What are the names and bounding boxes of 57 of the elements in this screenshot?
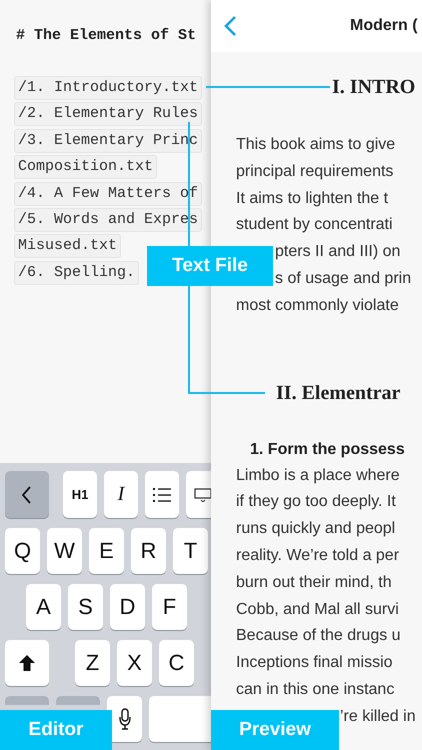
subsection-heading: 1. Form the possess <box>250 440 406 460</box>
file-link[interactable]: /1. Introductory.txt <box>14 76 202 100</box>
body-text-line: principal requirements <box>236 162 394 182</box>
body-text-line: reality. We’re told a per <box>236 546 400 566</box>
letter-key[interactable]: Q <box>5 528 40 574</box>
callout-label: Editor <box>0 710 112 750</box>
body-text-line: It aims to lighten the t <box>236 188 388 209</box>
body-text-line: ’re killed in <box>340 706 416 727</box>
document-heading: # The Elements of St <box>16 27 196 45</box>
body-text-line: pters II and III) on <box>275 242 400 262</box>
body-text-line: Limbo is a place where <box>236 466 400 486</box>
keyboard-key[interactable] <box>186 471 211 518</box>
letter-key[interactable]: X <box>117 640 152 686</box>
section-heading: II. Elementrar <box>276 380 402 406</box>
body-text-line: can in this one instanc <box>236 680 394 700</box>
back-key[interactable] <box>5 471 49 518</box>
letter-key[interactable]: C <box>159 640 194 686</box>
list-icon <box>153 488 171 502</box>
letter-key[interactable]: D <box>110 584 145 630</box>
body-text-line: This book aims to give <box>236 135 396 155</box>
heading-key[interactable]: H1 <box>63 471 97 518</box>
letter-key[interactable]: E <box>89 528 124 574</box>
back-icon[interactable] <box>224 15 237 37</box>
function-key[interactable] <box>56 696 100 705</box>
section-heading: I. INTRO <box>332 75 416 100</box>
microphone-key[interactable] <box>107 696 142 742</box>
file-link[interactable]: /2. Elementary Rules <box>14 102 202 126</box>
italic-key[interactable]: I <box>104 471 138 518</box>
file-link[interactable]: Composition.txt <box>14 155 158 180</box>
body-text-line: if they go too deeply. It <box>236 492 396 512</box>
callout-label: Preview <box>211 710 339 750</box>
body-text-line: s of usage and prin <box>275 268 412 289</box>
body-text-line: Because of the drugs u <box>236 626 401 646</box>
letter-key[interactable]: T <box>173 528 208 574</box>
letter-key[interactable]: W <box>47 528 82 574</box>
body-text-line: most commonly violate <box>236 296 399 316</box>
shift-arrow-icon <box>18 654 36 672</box>
body-text-line: Inceptions final missio <box>236 653 393 674</box>
shift-key[interactable] <box>5 640 49 686</box>
letter-key[interactable]: F <box>152 584 187 630</box>
body-text-line: runs quickly and peopl <box>236 519 396 540</box>
list-key[interactable] <box>145 471 179 518</box>
body-text-line: burn out their mind, th <box>236 572 392 593</box>
letter-key[interactable]: Z <box>75 640 110 686</box>
letter-key[interactable]: S <box>68 584 103 630</box>
file-link[interactable]: Misused.txt <box>14 234 122 258</box>
callout-label: Text File <box>147 246 273 286</box>
function-key[interactable] <box>5 696 49 705</box>
file-link[interactable]: /6. Spelling. <box>14 260 140 285</box>
body-text-line: student by concentrati <box>236 215 393 236</box>
body-text-line: Cobb, and Mal all survi <box>236 600 399 620</box>
letter-key[interactable]: A <box>26 584 61 630</box>
document-title: Modern ( <box>350 17 418 35</box>
letter-key[interactable]: R <box>131 528 166 574</box>
microphone-icon <box>118 708 130 730</box>
chevron-left-icon <box>22 486 32 504</box>
keyboard-icon <box>194 488 211 502</box>
